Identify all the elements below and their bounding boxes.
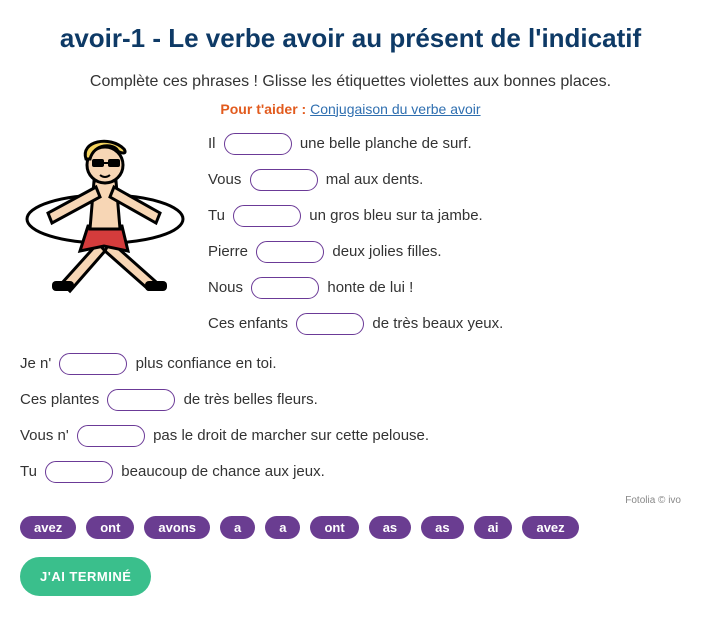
sentence-after: un gros bleu sur ta jambe. — [309, 207, 482, 224]
sentence-before: Ces plantes — [20, 391, 99, 408]
drop-slot[interactable] — [224, 133, 292, 155]
sentence: Vous n' pas le droit de marcher sur cett… — [20, 423, 681, 449]
sentence-after: une belle planche de surf. — [300, 135, 472, 152]
chip[interactable]: a — [265, 516, 300, 539]
sentence-after: honte de lui ! — [327, 279, 413, 296]
sentence-before: Vous n' — [20, 427, 69, 444]
sentence-after: pas le droit de marcher sur cette pelous… — [153, 427, 429, 444]
sentence-before: Ces enfants — [208, 315, 288, 332]
sentence-after: deux jolies filles. — [332, 243, 441, 260]
chip[interactable]: avons — [144, 516, 210, 539]
drop-slot[interactable] — [256, 241, 324, 263]
sentence-before: Nous — [208, 279, 243, 296]
help-line: Pour t'aider : Conjugaison du verbe avoi… — [20, 101, 681, 117]
drop-slot[interactable] — [296, 313, 364, 335]
sentences-beside-image: Il une belle planche de surf. Vous mal au… — [208, 131, 681, 347]
sentence-before: Tu — [208, 207, 225, 224]
sentence-after: de très beaux yeux. — [372, 315, 503, 332]
sentence: Ces plantes de très belles fleurs. — [20, 387, 681, 413]
surfer-icon — [20, 131, 190, 301]
surfer-illustration — [20, 131, 190, 305]
sentence-after: plus confiance en toi. — [136, 355, 277, 372]
chip[interactable]: ont — [310, 516, 358, 539]
sentence-before: Je n' — [20, 355, 51, 372]
sentence: Je n' plus confiance en toi. — [20, 351, 681, 377]
sentence: Il une belle planche de surf. — [208, 131, 681, 157]
drop-slot[interactable] — [45, 461, 113, 483]
drop-slot[interactable] — [59, 353, 127, 375]
image-credit: Fotolia © ivo — [20, 495, 681, 506]
drop-slot[interactable] — [107, 389, 175, 411]
chip[interactable]: a — [220, 516, 255, 539]
sentence-before: Vous — [208, 171, 241, 188]
sentence: Pierre deux jolies filles. — [208, 239, 681, 265]
page-title: avoir-1 - Le verbe avoir au présent de l… — [20, 22, 681, 55]
sentence-before: Il — [208, 135, 216, 152]
drop-slot[interactable] — [250, 169, 318, 191]
chip-tray: avezontavonsaaontasasaiavez — [20, 516, 681, 539]
sentence-after: de très belles fleurs. — [184, 391, 318, 408]
chip[interactable]: as — [421, 516, 463, 539]
sentence: Ces enfants de très beaux yeux. — [208, 311, 681, 337]
sentence: Tu beaucoup de chance aux jeux. — [20, 459, 681, 485]
sentence-before: Tu — [20, 463, 37, 480]
sentences-full-width: Je n' plus confiance en toi. Ces plantes … — [20, 351, 681, 485]
sentence: Vous mal aux dents. — [208, 167, 681, 193]
help-label: Pour t'aider : — [220, 101, 306, 117]
sentence: Tu un gros bleu sur ta jambe. — [208, 203, 681, 229]
help-link[interactable]: Conjugaison du verbe avoir — [310, 101, 480, 117]
exercise-area: Il une belle planche de surf. Vous mal au… — [20, 131, 681, 347]
drop-slot[interactable] — [77, 425, 145, 447]
chip[interactable]: ont — [86, 516, 134, 539]
chip[interactable]: avez — [522, 516, 578, 539]
done-button[interactable]: J'AI TERMINÉ — [20, 557, 151, 596]
sentence-after: mal aux dents. — [326, 171, 424, 188]
sentence: Nous honte de lui ! — [208, 275, 681, 301]
sentence-before: Pierre — [208, 243, 248, 260]
drop-slot[interactable] — [233, 205, 301, 227]
chip[interactable]: avez — [20, 516, 76, 539]
chip[interactable]: as — [369, 516, 411, 539]
drop-slot[interactable] — [251, 277, 319, 299]
instruction-text: Complète ces phrases ! Glisse les étique… — [20, 73, 681, 91]
chip[interactable]: ai — [474, 516, 513, 539]
sentence-after: beaucoup de chance aux jeux. — [121, 463, 325, 480]
